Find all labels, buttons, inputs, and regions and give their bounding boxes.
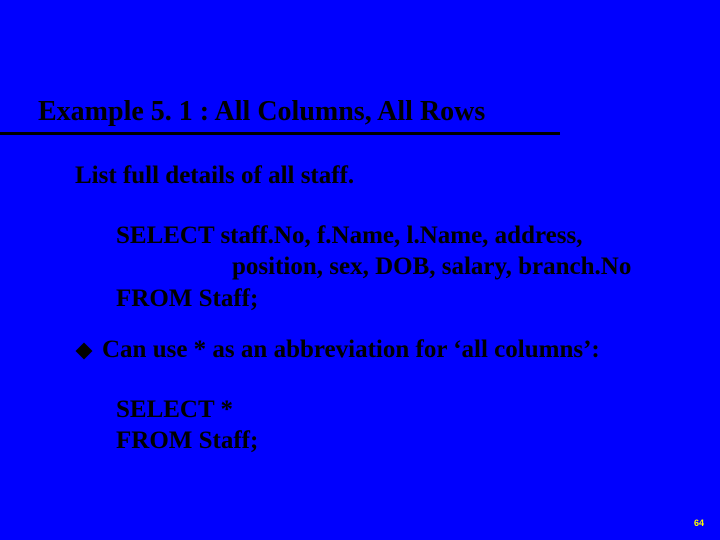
slide-title: Example 5. 1 : All Columns, All Rows: [38, 96, 485, 128]
code1-line2: position, sex, DOB, salary, branch.No: [116, 251, 631, 282]
title-underline: [0, 132, 560, 135]
code2-line2: FROM Staff;: [116, 425, 258, 456]
bullet-row: Can use * as an abbreviation for ‘all co…: [78, 336, 600, 364]
code-block-1: SELECT staff.No, f.Name, l.Name, address…: [116, 220, 631, 314]
code2-line1: SELECT *: [116, 394, 258, 425]
intro-text: List full details of all staff.: [75, 162, 354, 190]
bullet-diamond-icon: [76, 343, 93, 360]
bullet-text: Can use * as an abbreviation for ‘all co…: [102, 336, 600, 364]
code1-line3: FROM Staff;: [116, 283, 631, 314]
code-block-2: SELECT * FROM Staff;: [116, 394, 258, 457]
code1-line1: SELECT staff.No, f.Name, l.Name, address…: [116, 220, 631, 251]
page-number: 64: [694, 518, 704, 528]
